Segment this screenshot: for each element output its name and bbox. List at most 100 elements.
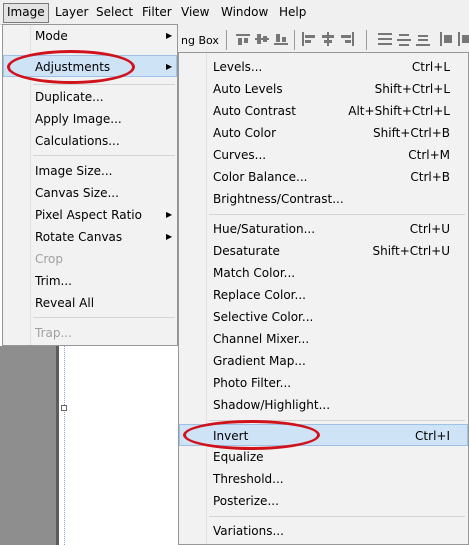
menu-bar: Image Layer Select Filter View Window He…	[0, 0, 469, 25]
menu-item-label: Rotate Canvas	[35, 230, 123, 244]
menu-item-label: Calculations...	[35, 134, 120, 148]
align-right-edges-icon[interactable]	[340, 32, 354, 46]
document-canvas[interactable]	[59, 346, 178, 545]
menu-item-label: Image Size...	[35, 164, 113, 178]
menu-item-pixel-aspect-ratio[interactable]: Pixel Aspect Ratio ▶	[3, 204, 177, 226]
menu-item-posterize[interactable]: Posterize...	[179, 490, 468, 512]
menu-item-label: Brightness/Contrast...	[213, 192, 344, 206]
menu-item-label: Shadow/Highlight...	[213, 398, 331, 412]
menu-item-calculations[interactable]: Calculations...	[3, 130, 177, 152]
menu-item-reveal-all[interactable]: Reveal All	[3, 292, 177, 314]
menu-item-canvas-size[interactable]: Canvas Size...	[3, 182, 177, 204]
menu-item-match-color[interactable]: Match Color...	[179, 262, 468, 284]
menu-item-auto-levels[interactable]: Auto Levels Shift+Ctrl+L	[179, 78, 468, 100]
menu-item-trap: Trap...	[3, 322, 177, 344]
menu-item-threshold[interactable]: Threshold...	[179, 468, 468, 490]
menu-item-label: Posterize...	[213, 494, 279, 508]
menu-item-label: Mode	[35, 29, 68, 43]
transform-handle[interactable]	[61, 405, 67, 411]
menu-window[interactable]: Window	[218, 3, 271, 21]
menu-item-label: Gradient Map...	[213, 354, 306, 368]
menu-item-desaturate[interactable]: Desaturate Shift+Ctrl+U	[179, 240, 468, 262]
menu-item-label: Levels...	[213, 60, 263, 74]
menu-item-label: Match Color...	[213, 266, 296, 280]
menu-item-label: Crop	[35, 252, 64, 266]
align-horizontal-centers-icon[interactable]	[321, 32, 335, 46]
menu-item-rotate-canvas[interactable]: Rotate Canvas ▶	[3, 226, 177, 248]
tools-panel	[0, 346, 56, 545]
menu-item-curves[interactable]: Curves... Ctrl+M	[179, 144, 468, 166]
menu-item-shortcut: Shift+Ctrl+L	[374, 82, 450, 96]
menu-item-shortcut: Ctrl+B	[410, 170, 450, 184]
submenu-arrow-icon: ▶	[166, 232, 173, 241]
menu-item-photo-filter[interactable]: Photo Filter...	[179, 372, 468, 394]
menu-item-channel-mixer[interactable]: Channel Mixer...	[179, 328, 468, 350]
menu-separator	[33, 84, 175, 85]
menu-item-shortcut: Shift+Ctrl+B	[373, 126, 450, 140]
menu-item-label: Trap...	[35, 326, 72, 340]
menu-item-selective-color[interactable]: Selective Color...	[179, 306, 468, 328]
toolbar-separator	[294, 30, 295, 50]
menu-separator	[33, 317, 175, 318]
menu-item-label: Threshold...	[213, 472, 284, 486]
menu-item-label: Hue/Saturation...	[213, 222, 316, 236]
menu-item-color-balance[interactable]: Color Balance... Ctrl+B	[179, 166, 468, 188]
menu-item-equalize[interactable]: Equalize	[179, 446, 468, 468]
toolbar-separator	[226, 30, 227, 50]
menu-item-levels[interactable]: Levels... Ctrl+L	[179, 56, 468, 78]
menu-item-shortcut: Ctrl+I	[415, 429, 450, 443]
menu-item-label: Photo Filter...	[213, 376, 292, 390]
menu-item-auto-contrast[interactable]: Auto Contrast Alt+Shift+Ctrl+L	[179, 100, 468, 122]
align-top-edges-icon[interactable]	[236, 32, 250, 46]
menu-layer[interactable]: Layer	[52, 3, 91, 21]
menu-item-image-size[interactable]: Image Size...	[3, 160, 177, 182]
menu-item-label: Desaturate	[213, 244, 280, 258]
menu-image[interactable]: Image	[3, 3, 49, 23]
align-left-edges-icon[interactable]	[302, 32, 316, 46]
menu-item-duplicate[interactable]: Duplicate...	[3, 86, 177, 108]
menu-item-label: Auto Levels	[213, 82, 283, 96]
menu-select[interactable]: Select	[93, 3, 136, 21]
submenu-arrow-icon: ▶	[166, 31, 173, 40]
menu-item-label: Pixel Aspect Ratio	[35, 208, 142, 222]
annotation-circle-invert	[183, 420, 320, 450]
menu-item-label: Auto Contrast	[213, 104, 296, 118]
bounding-box-label[interactable]: ng Box	[181, 34, 219, 47]
menu-item-mode[interactable]: Mode ▶	[3, 25, 177, 47]
distribute-left-icon[interactable]	[440, 32, 454, 46]
menu-item-hue-saturation[interactable]: Hue/Saturation... Ctrl+U	[179, 218, 468, 240]
menu-item-label: Canvas Size...	[35, 186, 119, 200]
distribute-centers-icon[interactable]	[397, 32, 411, 46]
menu-item-shortcut: Ctrl+U	[409, 222, 450, 236]
submenu-arrow-icon: ▶	[166, 62, 173, 71]
distribute-horizontal-icon[interactable]	[458, 32, 469, 46]
adjustments-submenu: Levels... Ctrl+L Auto Levels Shift+Ctrl+…	[178, 52, 469, 545]
menu-item-label: Color Balance...	[213, 170, 308, 184]
menu-item-label: Replace Color...	[213, 288, 306, 302]
distribute-top-icon[interactable]	[378, 32, 392, 46]
menu-item-variations[interactable]: Variations...	[179, 520, 468, 542]
menu-help[interactable]: Help	[276, 3, 309, 21]
menu-separator	[209, 516, 465, 517]
menu-filter[interactable]: Filter	[139, 3, 175, 21]
menu-item-replace-color[interactable]: Replace Color...	[179, 284, 468, 306]
menu-item-gradient-map[interactable]: Gradient Map...	[179, 350, 468, 372]
menu-item-auto-color[interactable]: Auto Color Shift+Ctrl+B	[179, 122, 468, 144]
align-bottom-edges-icon[interactable]	[274, 32, 288, 46]
menu-item-shadow-highlight[interactable]: Shadow/Highlight...	[179, 394, 468, 416]
annotation-circle-adjustments	[7, 50, 135, 84]
distribute-bottom-icon[interactable]	[416, 32, 430, 46]
menu-item-brightness-contrast[interactable]: Brightness/Contrast...	[179, 188, 468, 210]
menu-item-label: Trim...	[35, 274, 72, 288]
menu-item-label: Channel Mixer...	[213, 332, 310, 346]
menu-item-trim[interactable]: Trim...	[3, 270, 177, 292]
menu-item-shortcut: Ctrl+L	[411, 60, 450, 74]
align-vertical-centers-icon[interactable]	[255, 32, 269, 46]
menu-item-shortcut: Ctrl+M	[408, 148, 450, 162]
menu-view[interactable]: View	[178, 3, 212, 21]
menu-item-apply-image[interactable]: Apply Image...	[3, 108, 177, 130]
menu-item-shortcut: Alt+Shift+Ctrl+L	[348, 104, 450, 118]
menu-separator	[209, 214, 465, 215]
menu-separator	[33, 155, 175, 156]
toolbar-separator	[366, 30, 367, 50]
